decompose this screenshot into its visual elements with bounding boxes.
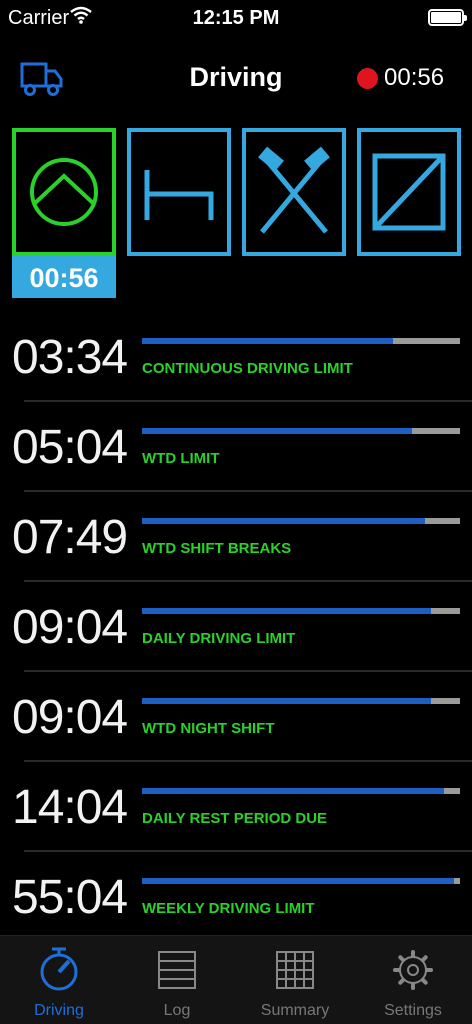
tab-label: Settings [384,1002,442,1019]
mode-driving-button[interactable] [12,128,116,256]
progress-bar [142,338,460,344]
navigation-bar: Driving 00:56 [0,44,472,114]
bed-icon [144,170,214,220]
progress-fill [142,698,432,704]
timer-row: 55:04 WEEKLY DRIVING LIMIT [0,852,472,942]
progress-bar [142,428,460,434]
tab-log[interactable]: Log [118,936,236,1024]
progress-fill [142,428,413,434]
progress-fill [142,878,454,884]
timer-row: 09:04 DAILY DRIVING LIMIT [0,582,472,672]
status-bar: Carrier 12:15 PM [0,0,472,40]
timer-time: 07:49 [12,511,128,564]
progress-fill [142,338,394,344]
timer-time: 03:34 [12,331,128,384]
recording-indicator [357,68,378,89]
timer-time: 55:04 [12,871,128,924]
timer-label: DAILY DRIVING LIMIT [142,630,296,647]
compass-icon [40,947,78,991]
current-mode-timer: 00:56 [12,256,116,298]
recording-time: 00:56 [384,64,445,91]
crossed-hammers-icon [258,146,330,234]
list-icon [158,951,196,989]
progress-fill [142,788,445,794]
progress-bar [142,878,460,884]
timer-time: 05:04 [12,421,128,474]
status-time: 12:15 PM [192,7,280,29]
timer-row: 05:04 WTD LIMIT [0,402,472,492]
timer-row: 14:04 DAILY REST PERIOD DUE [0,762,472,852]
progress-bar [142,608,460,614]
progress-bar [142,518,460,524]
progress-fill [142,518,426,524]
tab-bar: Driving Log Summary Settings [0,935,472,1024]
tab-label: Summary [260,1002,330,1019]
timer-label: WTD SHIFT BREAKS [142,540,292,557]
timer-label: CONTINUOUS DRIVING LIMIT [142,360,353,377]
mode-other-work-button[interactable] [242,128,346,256]
timer-row: 07:49 WTD SHIFT BREAKS [0,492,472,582]
progress-fill [142,608,432,614]
progress-bar [142,788,460,794]
tab-label: Driving [34,1002,84,1019]
tab-summary[interactable]: Summary [236,936,354,1024]
timer-time: 09:04 [12,601,128,654]
timer-row: 09:04 WTD NIGHT SHIFT [0,672,472,762]
timer-time: 14:04 [12,781,128,834]
availability-icon [372,153,446,231]
tab-label: Log [163,1002,191,1019]
timer-label: DAILY REST PERIOD DUE [142,810,328,827]
timer-time: 09:04 [12,691,128,744]
gear-icon [393,950,433,990]
timer-label: WTD NIGHT SHIFT [142,720,275,737]
grid-icon [276,951,314,989]
steering-wheel-icon [30,158,98,226]
timer-label: WEEKLY DRIVING LIMIT [142,900,315,917]
mode-availability-button[interactable] [357,128,461,256]
progress-bar [142,698,460,704]
tab-driving[interactable]: Driving [0,936,118,1024]
mode-rest-button[interactable] [127,128,231,256]
timer-label: WTD LIMIT [142,450,220,467]
timer-row: 03:34 CONTINUOUS DRIVING LIMIT [0,312,472,402]
tab-settings[interactable]: Settings [354,936,472,1024]
battery-icon [428,9,467,26]
